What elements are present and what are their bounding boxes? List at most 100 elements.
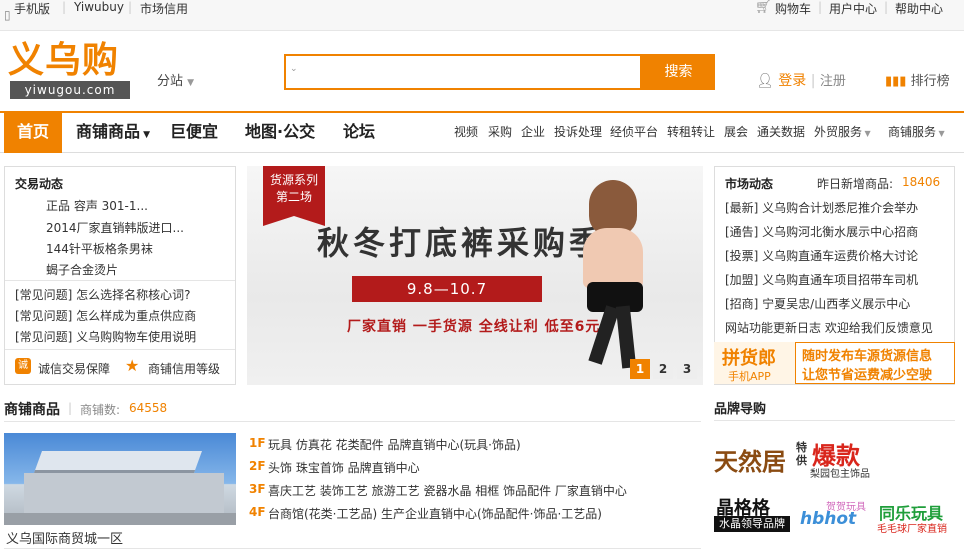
nav-complaint[interactable]: 投诉处理 bbox=[554, 111, 602, 153]
shield-icon: 诚 bbox=[15, 358, 31, 374]
search-scope-chevron-icon[interactable]: ⌄ bbox=[290, 64, 298, 74]
pinhuolang-app: 手机APP bbox=[728, 370, 771, 383]
nav-home[interactable]: 首页 bbox=[4, 111, 62, 153]
chevron-down-icon: ▼ bbox=[936, 129, 945, 138]
shop-count-label: 商铺数: bbox=[80, 403, 121, 417]
faq-item[interactable]: [常见问题] 怎么选择名称核心词? bbox=[15, 286, 191, 303]
cart-link[interactable]: 购物车 bbox=[775, 0, 811, 17]
trade-item[interactable]: 蝎子合金烫片 bbox=[46, 261, 118, 278]
shop-count: 64558 bbox=[129, 401, 168, 415]
shop-credit-link[interactable]: 商铺信用等级 bbox=[148, 360, 220, 377]
floor-number: 4F bbox=[249, 505, 266, 519]
nav-video[interactable]: 视频 bbox=[454, 111, 478, 153]
nav-shop-service[interactable]: 商铺服务 ▼ bbox=[888, 111, 945, 153]
faq-item[interactable]: [常见问题] 义乌购购物车使用说明 bbox=[15, 328, 196, 345]
brand-tianranju[interactable]: 天然居 bbox=[714, 442, 786, 477]
pinhuolang-slogan: 让您节省运费减少空驶 bbox=[802, 368, 933, 383]
floor-categories[interactable]: 喜庆工艺 装饰工艺 旅游工艺 瓷器水晶 相框 饰品配件 厂家直销中心 bbox=[268, 482, 627, 499]
nav-map-bus[interactable]: 地图·公交 bbox=[245, 111, 315, 153]
market-item[interactable]: [通告] 义乌购河北衡水展示中心招商 bbox=[725, 223, 918, 240]
search-input[interactable] bbox=[286, 56, 640, 88]
promo-banner[interactable]: 货源系列 第二场 秋冬打底裤采购季 9.8—10.7 厂家直销 一手货源 全线让… bbox=[247, 166, 703, 385]
new-goods-count: 18406 bbox=[902, 175, 941, 189]
building-body bbox=[24, 473, 224, 513]
login-link[interactable]: 登录 bbox=[778, 73, 806, 89]
nav-shops-label: 商铺商品 bbox=[76, 122, 141, 141]
floor-number: 3F bbox=[249, 482, 266, 496]
brand-tongle-sub: 毛毛球厂家直销 bbox=[877, 524, 947, 535]
user-icon: 👤︎ bbox=[756, 73, 774, 89]
nav-shops[interactable]: 商铺商品 ▼ bbox=[76, 111, 150, 153]
shops-section-title: 商铺商品 bbox=[4, 402, 60, 418]
nav-cheap[interactable]: 巨便宜 bbox=[170, 111, 218, 153]
nav-sublet[interactable]: 转租转让 bbox=[667, 111, 715, 153]
market-item[interactable]: [投票] 义乌购直通车运费价格大讨论 bbox=[725, 247, 918, 264]
search-button[interactable]: 搜索 bbox=[642, 54, 715, 90]
brand-baokuan-tag: 特供 bbox=[796, 441, 807, 467]
brands-title: 品牌导购 bbox=[714, 402, 767, 417]
nav-customs[interactable]: 通关数据 bbox=[757, 111, 805, 153]
user-center-link[interactable]: 用户中心 bbox=[829, 0, 877, 17]
bar-chart-icon: ▮▮▮ bbox=[885, 74, 907, 89]
banner-page-1[interactable]: 1 bbox=[630, 359, 650, 379]
nav-investigation[interactable]: 经侦平台 bbox=[610, 111, 658, 153]
ranking-label: 排行榜 bbox=[910, 74, 950, 89]
banner-ribbon: 货源系列 第二场 bbox=[263, 166, 325, 226]
chevron-down-icon: ▼ bbox=[862, 129, 871, 138]
market-item[interactable]: [招商] 宁夏吴忠/山西孝义展示中心 bbox=[725, 295, 910, 312]
ribbon-line: 第二场 bbox=[275, 190, 312, 204]
mobile-link[interactable]: 手机版 bbox=[14, 0, 50, 17]
nav-forum[interactable]: 论坛 bbox=[343, 111, 375, 153]
floor-categories[interactable]: 台商馆(花类·工艺品) 生产企业直销中心(饰品配件·饰品·工艺品) bbox=[268, 505, 602, 522]
substation-label: 分站 bbox=[157, 74, 184, 89]
nav-expo[interactable]: 展会 bbox=[724, 111, 748, 153]
nav-enterprise[interactable]: 企业 bbox=[521, 111, 545, 153]
nav-shop-service-label: 商铺服务 bbox=[888, 125, 937, 139]
brand-hbhot[interactable]: hbhot bbox=[800, 509, 856, 529]
divider: | bbox=[818, 0, 823, 14]
credit-link[interactable]: 市场信用 bbox=[140, 0, 188, 17]
search-box[interactable]: ⌄ bbox=[284, 54, 642, 90]
substation-dropdown[interactable]: 分站 ▼ bbox=[157, 70, 194, 89]
divider: | bbox=[68, 401, 73, 415]
model-figure bbox=[583, 228, 643, 288]
trade-item[interactable]: 正品 容声 301-1... bbox=[46, 197, 148, 214]
trade-title: 交易动态 bbox=[15, 177, 64, 191]
pinhuolang-slogan: 随时发布车源货源信息 bbox=[802, 349, 933, 364]
help-center-link[interactable]: 帮助中心 bbox=[895, 0, 943, 17]
market-item[interactable]: [加盟] 义乌购直通车项目招带车司机 bbox=[725, 271, 918, 288]
divider: | bbox=[810, 73, 816, 89]
site-logo[interactable]: 义乌购 bbox=[8, 38, 119, 82]
building-ground bbox=[4, 513, 236, 525]
register-link[interactable]: 注册 bbox=[820, 74, 846, 89]
banner-page-2[interactable]: 2 bbox=[653, 359, 673, 379]
banner-slogan: 厂家直销 一手货源 全线让利 低至6元 bbox=[347, 319, 601, 335]
divider: | bbox=[62, 0, 67, 14]
market-item[interactable]: [最新] 义乌购合计划悉尼推介会举办 bbox=[725, 199, 918, 216]
trade-item[interactable]: 144针平板格条男袜 bbox=[46, 240, 153, 257]
banner-title: 秋冬打底裤采购季 bbox=[317, 224, 606, 262]
yiwubuy-link[interactable]: Yiwubuy bbox=[74, 0, 124, 14]
nav-purchase[interactable]: 采购 bbox=[488, 111, 512, 153]
floor-categories[interactable]: 玩具 仿真花 花类配件 品牌直销中心(玩具·饰品) bbox=[268, 436, 521, 453]
divider bbox=[714, 420, 955, 421]
ranking-link[interactable]: ▮▮▮ 排行榜 bbox=[885, 70, 950, 89]
credit-guarantee-link[interactable]: 诚信交易保障 bbox=[38, 360, 110, 377]
photo-caption: 义乌国际商贸城一区 bbox=[6, 532, 124, 547]
ribbon-line: 货源系列 bbox=[269, 173, 318, 187]
banner-date: 9.8—10.7 bbox=[352, 276, 542, 302]
banner-page-3[interactable]: 3 bbox=[677, 359, 697, 379]
faq-item[interactable]: [常见问题] 怎么样成为重点供应商 bbox=[15, 307, 196, 324]
trade-item[interactable]: 2014厂家直销韩版进口... bbox=[46, 219, 184, 236]
brand-jinggege-sub: 水晶领导品牌 bbox=[714, 516, 790, 532]
floor-categories[interactable]: 头饰 珠宝首饰 品牌直销中心 bbox=[268, 459, 420, 476]
nav-trade-service[interactable]: 外贸服务 ▼ bbox=[814, 111, 871, 153]
site-logo-domain: yiwugou.com bbox=[10, 81, 130, 99]
market-item[interactable]: 网站功能更新日志 欢迎给我们反馈意见 bbox=[725, 319, 933, 336]
market-photo[interactable] bbox=[4, 433, 236, 525]
divider bbox=[5, 280, 235, 281]
nav-trade-service-label: 外贸服务 bbox=[814, 125, 863, 139]
new-goods-label: 昨日新增商品: bbox=[817, 177, 894, 191]
market-title: 市场动态 bbox=[725, 177, 774, 191]
star-badge-icon: ★ bbox=[125, 356, 140, 375]
